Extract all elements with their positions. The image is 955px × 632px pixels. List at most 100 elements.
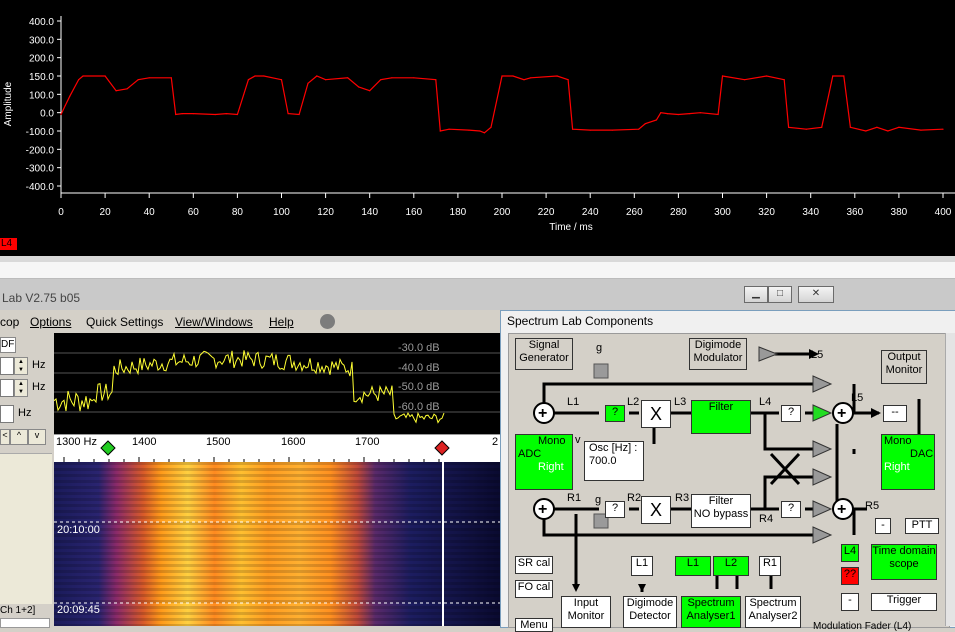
bottom-tag-l2-green[interactable]: L2 bbox=[713, 556, 749, 576]
lower-marker-icon[interactable] bbox=[100, 440, 116, 456]
scope-tag-l4[interactable]: L4 bbox=[841, 544, 859, 562]
scope-point bbox=[358, 86, 360, 88]
upper-marker-icon[interactable] bbox=[434, 440, 450, 456]
adc-button[interactable]: Mono ADC Right bbox=[515, 434, 573, 490]
menu-button[interactable]: Menu bbox=[515, 618, 553, 632]
scope-point bbox=[501, 75, 503, 77]
node-r1: R1 bbox=[567, 492, 582, 504]
x-tick-label: 300 bbox=[714, 207, 731, 218]
digimode-detector-button[interactable]: Digimode Detector bbox=[623, 596, 677, 628]
time-domain-scope-button[interactable]: Time domain scope bbox=[871, 544, 937, 580]
input-monitor-button[interactable]: Input Monitor bbox=[561, 596, 611, 628]
filter-r-button[interactable]: Filter NO bypass bbox=[691, 494, 751, 528]
dac-button[interactable]: Mono DAC Right bbox=[881, 434, 935, 490]
ptt-minus-button[interactable]: - bbox=[875, 518, 891, 534]
y-tick-label: 200.0 bbox=[29, 54, 54, 65]
mixer-l-button[interactable]: X bbox=[641, 400, 671, 428]
db-label: -30.0 dB bbox=[398, 342, 440, 354]
scope-point bbox=[148, 77, 150, 79]
freq-stepper-1[interactable]: ▲ ▼ bbox=[14, 357, 28, 375]
menu-item-help[interactable]: Help bbox=[269, 315, 294, 329]
x-tick-label: 280 bbox=[670, 207, 687, 218]
scope-point bbox=[347, 77, 349, 79]
close-button[interactable]: ✕ bbox=[798, 286, 834, 303]
scope-plot: 400.0 300.0 200.0 150.0 100.0 0.0 -100.0 -200.0… bbox=[3, 16, 955, 233]
scope-point bbox=[490, 126, 492, 128]
ptt-button[interactable]: PTT bbox=[905, 518, 939, 534]
scope-point bbox=[589, 129, 591, 131]
scope-tag-unknown[interactable]: ?? bbox=[841, 567, 859, 585]
scope-point bbox=[688, 113, 691, 115]
filter-l-button[interactable]: Filter bbox=[691, 400, 751, 434]
trigger-button[interactable]: Trigger bbox=[871, 593, 937, 611]
frequency-scale[interactable]: 1300 Hz 1400 1500 1600 1700 2 bbox=[54, 434, 500, 463]
sr-cal-button[interactable]: SR cal bbox=[515, 556, 553, 574]
x-tick-label: 0 bbox=[58, 207, 64, 218]
r2-switch-button[interactable]: ? bbox=[605, 501, 625, 518]
scope-point bbox=[369, 90, 371, 92]
hz-label-3: Hz bbox=[18, 407, 32, 419]
scope-point bbox=[263, 75, 265, 77]
menu-item-scope[interactable]: cop bbox=[0, 315, 19, 329]
output-monitor-button[interactable]: Output Monitor bbox=[881, 350, 927, 384]
y-axis-label: Amplitude bbox=[3, 81, 14, 126]
digimode-modulator-button[interactable]: Digimode Modulator bbox=[689, 338, 747, 370]
spectrum-display: -30.0 dB -40.0 dB -50.0 dB -60.0 dB bbox=[54, 333, 500, 434]
record-icon[interactable] bbox=[320, 314, 335, 329]
channel-scrollbar[interactable] bbox=[0, 618, 50, 628]
mixer-r-button[interactable]: X bbox=[641, 496, 671, 524]
scope-point bbox=[82, 75, 84, 77]
bottom-tag-l1-green[interactable]: L1 bbox=[675, 556, 711, 576]
x-tick-label: 220 bbox=[538, 207, 555, 218]
oscillator-field[interactable]: Osc [Hz] : 700.0 bbox=[584, 441, 644, 481]
scope-point bbox=[832, 75, 834, 77]
menu-item-options[interactable]: Options bbox=[30, 315, 71, 329]
scope-point bbox=[78, 79, 80, 81]
menu-item-quick-settings[interactable]: Quick Settings bbox=[86, 315, 163, 329]
trigger-minus-button[interactable]: - bbox=[841, 593, 859, 611]
bottom-tag-r1[interactable]: R1 bbox=[759, 556, 781, 576]
signal-generator-label: Signal Generator bbox=[519, 339, 569, 364]
scope-point bbox=[137, 79, 139, 81]
waterfall-display: 20:10:00 20:09:45 bbox=[54, 462, 500, 626]
node-l5: L5 bbox=[851, 392, 864, 404]
freq-input-3[interactable] bbox=[0, 405, 14, 423]
panel-blank bbox=[0, 453, 52, 604]
scope-point bbox=[175, 113, 177, 116]
digimode-modulator-label: Digimode Modulator bbox=[693, 339, 743, 364]
minimize-button[interactable]: ▁ bbox=[744, 286, 768, 303]
signal-generator-button[interactable]: Signal Generator bbox=[515, 338, 573, 370]
scope-point bbox=[298, 113, 300, 116]
freq-input-2[interactable] bbox=[0, 379, 14, 397]
scope-point bbox=[783, 79, 785, 81]
x-tick-label: 400 bbox=[935, 207, 952, 218]
l2-switch-button[interactable]: ? bbox=[605, 405, 625, 422]
r4-switch-button[interactable]: ? bbox=[781, 501, 801, 518]
components-title: Spectrum Lab Components bbox=[507, 314, 654, 328]
tab-df[interactable]: DF bbox=[0, 337, 16, 353]
maximize-button[interactable]: □ bbox=[768, 286, 792, 303]
components-scrollbar[interactable] bbox=[945, 333, 955, 626]
x-tick-label: 20 bbox=[100, 207, 112, 218]
scope-point bbox=[699, 112, 702, 114]
freq-stepper-2[interactable]: ▲ ▼ bbox=[14, 379, 28, 397]
spectrum-analyser2-button[interactable]: Spectrum Analyser2 bbox=[745, 596, 801, 628]
adc-label: ADC bbox=[518, 448, 542, 460]
fo-cal-button[interactable]: FO cal bbox=[515, 580, 553, 598]
bottom-tag-l1[interactable]: L1 bbox=[631, 556, 653, 576]
up-button[interactable]: ^ bbox=[10, 429, 28, 445]
db-label: -50.0 dB bbox=[398, 381, 440, 393]
x-tick-label: 200 bbox=[494, 207, 511, 218]
node-r5: R5 bbox=[865, 500, 880, 512]
spectrum-analyser1-button[interactable]: Spectrum Analyser1 bbox=[681, 596, 741, 628]
left-button[interactable]: < bbox=[0, 429, 10, 445]
l4-switch-button[interactable]: ? bbox=[781, 405, 801, 422]
x-axis-label: Time / ms bbox=[549, 222, 593, 233]
modulation-fader-label: Modulation Fader (L4) bbox=[813, 621, 912, 632]
menu-item-view-windows[interactable]: View/Windows bbox=[175, 315, 253, 329]
down-button[interactable]: v bbox=[28, 429, 46, 445]
y-tick-label: 150.0 bbox=[29, 72, 54, 83]
output-toggle-button[interactable]: -- bbox=[883, 405, 907, 422]
scope-point bbox=[435, 79, 437, 81]
freq-input-1[interactable] bbox=[0, 357, 14, 375]
